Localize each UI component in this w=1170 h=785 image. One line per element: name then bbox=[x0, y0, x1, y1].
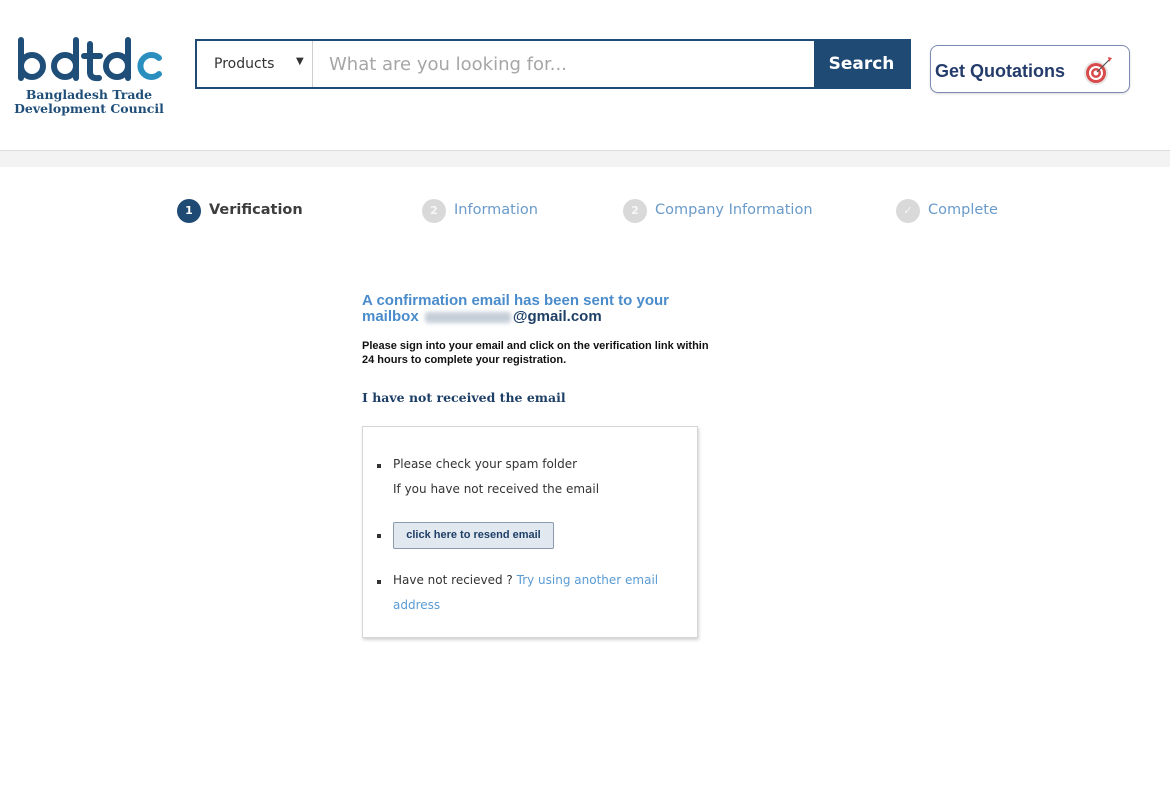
step-label: Complete bbox=[928, 202, 998, 218]
bullet-icon bbox=[377, 580, 381, 584]
spam-folder-text: Please check your spam folder bbox=[393, 457, 578, 471]
dropdown-arrow-icon: ▼ bbox=[296, 56, 304, 67]
step-label: Verification bbox=[209, 202, 303, 218]
verification-content: A confirmation email has been sent to yo… bbox=[362, 293, 722, 406]
category-select[interactable]: Products ▼ bbox=[197, 41, 313, 87]
search-bar: Products ▼ Search bbox=[195, 39, 911, 89]
alternate-email-line: Have not recieved ? Try using another em… bbox=[393, 573, 658, 587]
spam-folder-subtext: If you have not received the email bbox=[393, 482, 600, 496]
registration-steps: 1 Verification 2 Information 2 Company I… bbox=[0, 198, 1170, 228]
logo-caption-line1: Bangladesh Trade bbox=[25, 87, 153, 102]
email-domain: @gmail.com bbox=[512, 308, 602, 325]
not-received-heading: I have not received the email bbox=[362, 390, 566, 405]
site-header: Bangladesh Trade Development Council Pro… bbox=[0, 0, 1170, 151]
target-icon bbox=[1084, 57, 1112, 85]
get-quotations-label: Get Quotations bbox=[935, 61, 1065, 81]
header-divider-band bbox=[0, 151, 1170, 167]
try-another-email-link-cont[interactable]: address bbox=[393, 598, 440, 612]
logo-caption-line2: Development Council bbox=[14, 101, 164, 116]
bdtdc-logo-mark bbox=[18, 37, 162, 82]
bullet-icon bbox=[377, 464, 381, 468]
search-input[interactable] bbox=[313, 41, 813, 87]
bdtdc-logo[interactable]: Bangladesh Trade Development Council bbox=[14, 36, 164, 120]
step-number: 1 bbox=[177, 199, 201, 223]
try-another-email-link[interactable]: Try using another email bbox=[517, 573, 658, 587]
not-recieved-text: Have not recieved ? bbox=[393, 573, 513, 587]
verification-instructions: Please sign into your email and click on… bbox=[362, 340, 709, 366]
resend-email-button[interactable]: click here to resend email bbox=[393, 522, 554, 549]
logo-caption: Bangladesh Trade Development Council bbox=[14, 88, 164, 116]
step-label: Company Information bbox=[655, 202, 813, 218]
search-button[interactable]: Search bbox=[814, 41, 909, 87]
step-label: Information bbox=[454, 202, 538, 218]
category-select-value: Products bbox=[214, 56, 275, 72]
step-number: 2 bbox=[623, 199, 647, 223]
help-box: Please check your spam folder If you hav… bbox=[362, 426, 698, 638]
get-quotations-button[interactable]: Get Quotations bbox=[930, 45, 1130, 93]
check-icon: ✓ bbox=[896, 199, 920, 223]
email-redaction bbox=[424, 311, 511, 323]
bullet-icon bbox=[377, 534, 381, 538]
confirmation-message: A confirmation email has been sent to yo… bbox=[362, 293, 722, 325]
confirmation-line1: A confirmation email has been sent to yo… bbox=[362, 292, 670, 309]
confirmation-mailbox-label: mailbox bbox=[362, 308, 419, 325]
step-number: 2 bbox=[422, 199, 446, 223]
